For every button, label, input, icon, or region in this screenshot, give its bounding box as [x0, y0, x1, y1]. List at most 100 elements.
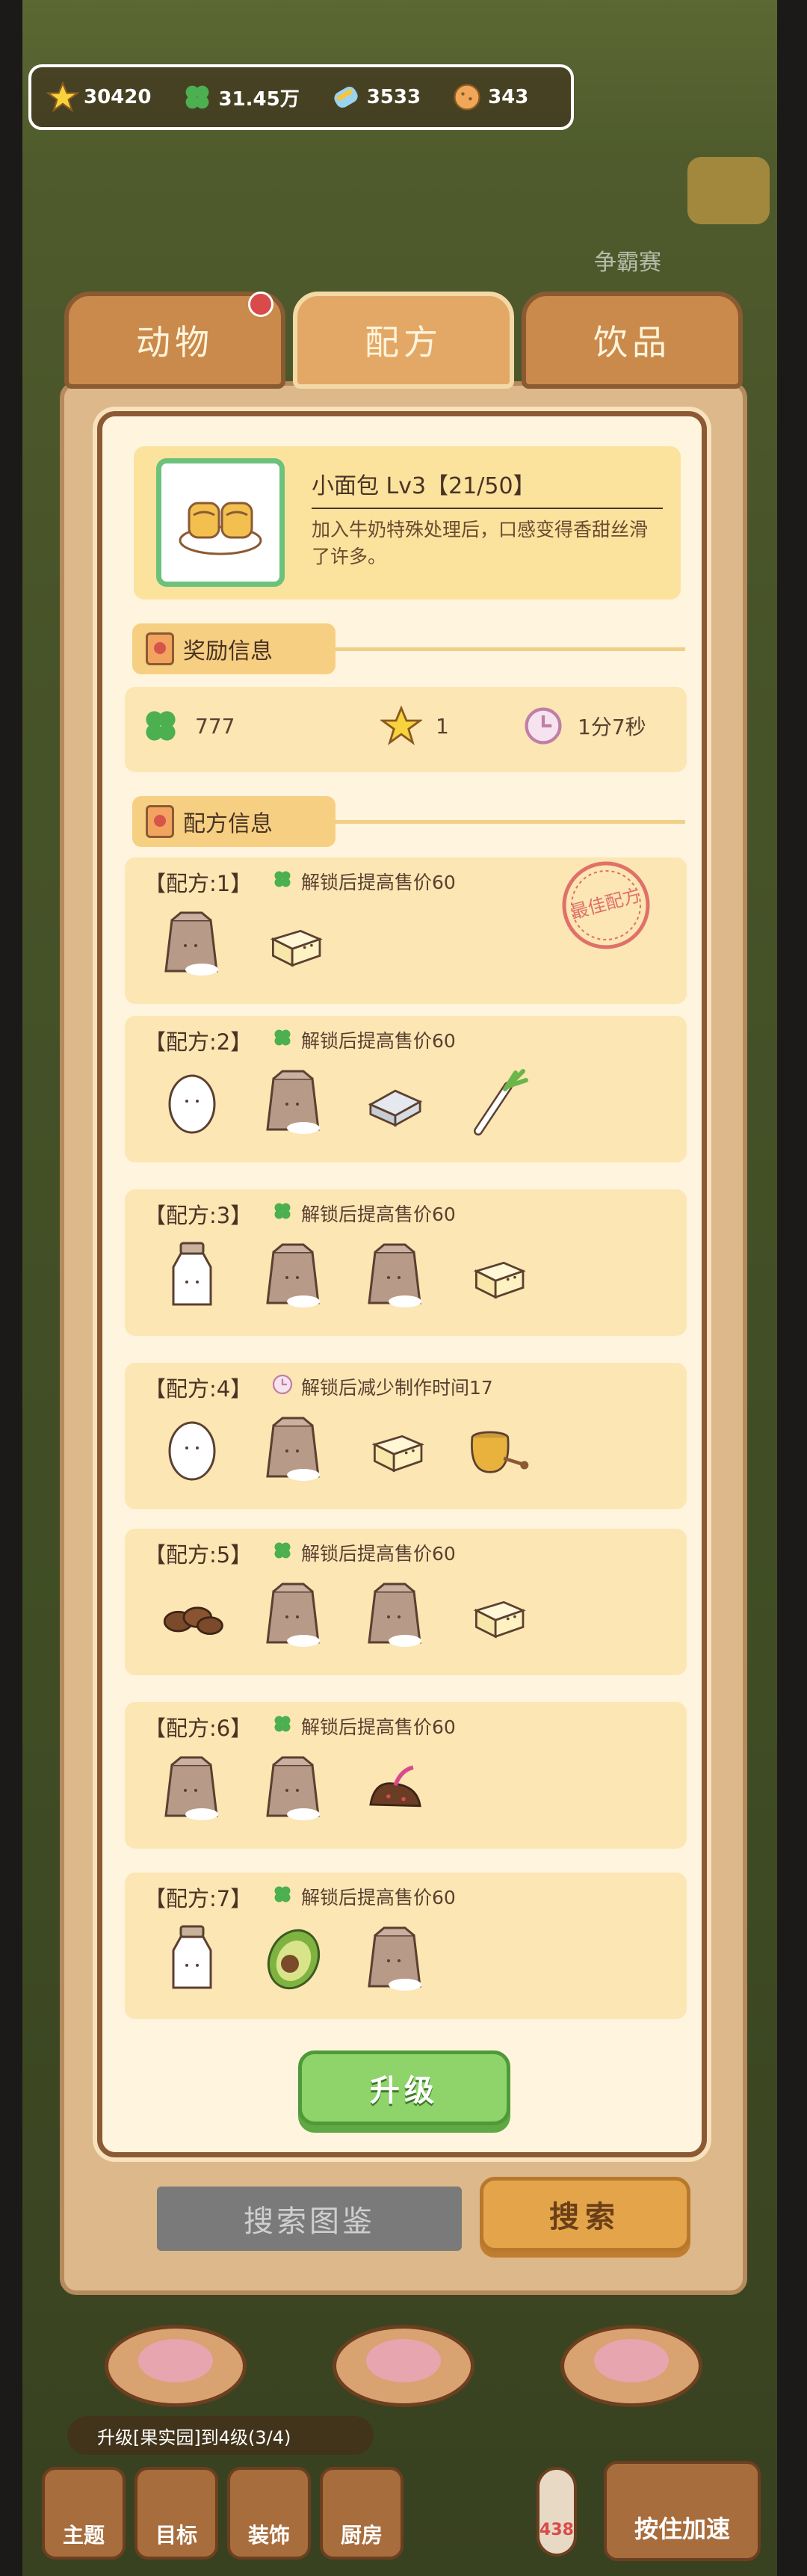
reward-clover: 777 [140, 705, 235, 747]
butter-icon [361, 1411, 430, 1493]
tab-animals-label: 动物 [136, 322, 214, 363]
flour-sack-icon [361, 1920, 430, 2003]
item-card: 小面包 Lv3【21/50】 加入牛奶特殊处理后，口感变得香甜丝滑了许多。 [134, 446, 681, 600]
donut-decoration [560, 2325, 702, 2407]
recipe-hint-text: 解锁后提高售价60 [301, 872, 456, 893]
ingredient-list [158, 1064, 531, 1146]
butter-icon [463, 1577, 531, 1659]
reward-clover-value: 777 [195, 713, 235, 739]
divider [336, 820, 685, 824]
recipe-card[interactable]: 【配方:7】 解锁后提高售价60 [125, 1873, 687, 2019]
reward-info: 777 1 1分7秒 [125, 687, 687, 772]
recipe-title: 【配方:2】 [144, 1029, 253, 1055]
scroll-icon [146, 632, 174, 665]
recipe-hint-text: 解锁后提高售价60 [301, 1716, 456, 1738]
recipe-title: 【配方:6】 [144, 1716, 253, 1741]
avocado-icon [259, 1920, 328, 2003]
hold-speedup-button[interactable]: 按住加速 [604, 2461, 761, 2561]
nav-theme[interactable]: 主题 [42, 2467, 126, 2560]
donut-decoration [105, 2325, 247, 2407]
recipe-hint-text: 解锁后提高售价60 [301, 1543, 456, 1565]
honey-jar-icon [463, 1411, 531, 1493]
clover-icon [271, 1026, 294, 1053]
currency-bar: 30420 31.45万 3533 343 [28, 64, 574, 130]
thermometer-icon [537, 2467, 577, 2557]
butter-icon [259, 905, 328, 987]
clock-icon [525, 707, 562, 745]
recipe-hint-text: 解锁后提高售价60 [301, 1887, 456, 1908]
recipe-section-header: 配方信息 [132, 796, 685, 847]
search-button[interactable]: 搜索 [480, 2177, 690, 2252]
flour-sack-icon [259, 1411, 328, 1493]
recipe-title: 【配方:7】 [144, 1886, 253, 1911]
recipe-hint: 解锁后减少制作时间17 [271, 1373, 493, 1400]
currency-stars: 30420 [46, 81, 151, 114]
reward-star: 1 [380, 705, 449, 747]
reward-time: 1分7秒 [522, 705, 646, 747]
tab-drinks[interactable]: 饮品 [522, 292, 743, 389]
recipe-hint: 解锁后提高售价60 [271, 1026, 456, 1053]
clover-icon [271, 1713, 294, 1740]
egg-icon [158, 1064, 226, 1146]
nav-kitchen[interactable]: 厨房 [320, 2467, 404, 2560]
recipe-card[interactable]: 【配方:4】 解锁后减少制作时间17 [125, 1363, 687, 1509]
recipe-card[interactable]: 【配方:5】 解锁后提高售价60 [125, 1529, 687, 1675]
recipe-title: 【配方:3】 [144, 1203, 253, 1228]
salt-icon [361, 1064, 430, 1146]
nav-decor[interactable]: 装饰 [227, 2467, 311, 2560]
milk-bottle-icon [158, 1920, 226, 2003]
reward-star-value: 1 [436, 713, 449, 739]
recipe-title: 【配方:5】 [144, 1542, 253, 1568]
star-icon [380, 705, 422, 746]
flour-sack-icon [259, 1577, 328, 1659]
rank-label[interactable]: 争霸赛 [594, 244, 661, 277]
egg-icon [158, 1411, 226, 1493]
recipe-title: 【配方:4】 [144, 1376, 253, 1402]
recipe-card[interactable]: 【配方:3】 解锁后提高售价60 [125, 1189, 687, 1336]
left-edge [0, 0, 22, 2576]
ingredient-list [158, 905, 328, 987]
reward-section-header: 奖励信息 [132, 623, 685, 674]
search-input[interactable]: 搜索图鉴 [157, 2187, 462, 2251]
notification-dot [248, 292, 273, 317]
currency-cookie: 343 [451, 81, 528, 114]
recipe-hint: 解锁后提高售价60 [271, 1883, 456, 1910]
ingredient-list [158, 1750, 430, 1832]
recipe-hint: 解锁后提高售价60 [271, 1713, 456, 1740]
add-button[interactable] [687, 157, 770, 224]
tab-recipes-label: 配方 [365, 322, 442, 363]
star-icon [46, 81, 79, 113]
bread-roll-image [156, 458, 285, 587]
recipe-card[interactable]: 【配方:2】 解锁后提高售价60 [125, 1016, 687, 1162]
flour-sack-icon [259, 1750, 328, 1832]
recipe-card[interactable]: 【配方:1】 解锁后提高售价60 最佳配方 [125, 857, 687, 1004]
tab-drinks-label: 饮品 [593, 322, 671, 363]
recipe-hint-text: 解锁后提高售价60 [301, 1204, 456, 1225]
recipe-detail-modal: 小面包 Lv3【21/50】 加入牛奶特殊处理后，口感变得香甜丝滑了许多。 奖励… [97, 411, 707, 2157]
tab-animals[interactable]: 动物 [64, 292, 285, 389]
reward-section-pill: 奖励信息 [132, 623, 336, 674]
candy-icon [334, 86, 358, 108]
item-description: 加入牛奶特殊处理后，口感变得香甜丝滑了许多。 [312, 519, 649, 567]
reward-section-label: 奖励信息 [183, 638, 273, 665]
currency-candy: 3533 [330, 81, 421, 114]
scallion-icon [463, 1064, 531, 1146]
recipe-section-pill: 配方信息 [132, 796, 336, 847]
cookie-icon [454, 84, 480, 111]
candy-value: 3533 [366, 86, 421, 108]
nav-goals[interactable]: 目标 [134, 2467, 218, 2560]
flour-sack-icon [361, 1237, 430, 1319]
quest-hint[interactable]: 升级[果实园]到4级(3/4) [67, 2416, 374, 2455]
recipe-hint-text: 解锁后提高售价60 [301, 1030, 456, 1052]
clover-icon [271, 1883, 294, 1910]
recipe-hint-text: 解锁后减少制作时间17 [301, 1377, 493, 1399]
upgrade-button[interactable]: 升级 [298, 2050, 510, 2125]
currency-clover: 31.45万 [181, 81, 300, 114]
recipe-section-label: 配方信息 [183, 811, 273, 837]
clover-icon [271, 1539, 294, 1566]
recipe-card[interactable]: 【配方:6】 解锁后提高售价60 [125, 1702, 687, 1849]
clover-icon [271, 868, 294, 895]
bread-roll-icon [179, 502, 262, 555]
best-recipe-stamp-text: 最佳配方 [568, 884, 643, 923]
tab-recipes[interactable]: 配方 [293, 292, 514, 389]
